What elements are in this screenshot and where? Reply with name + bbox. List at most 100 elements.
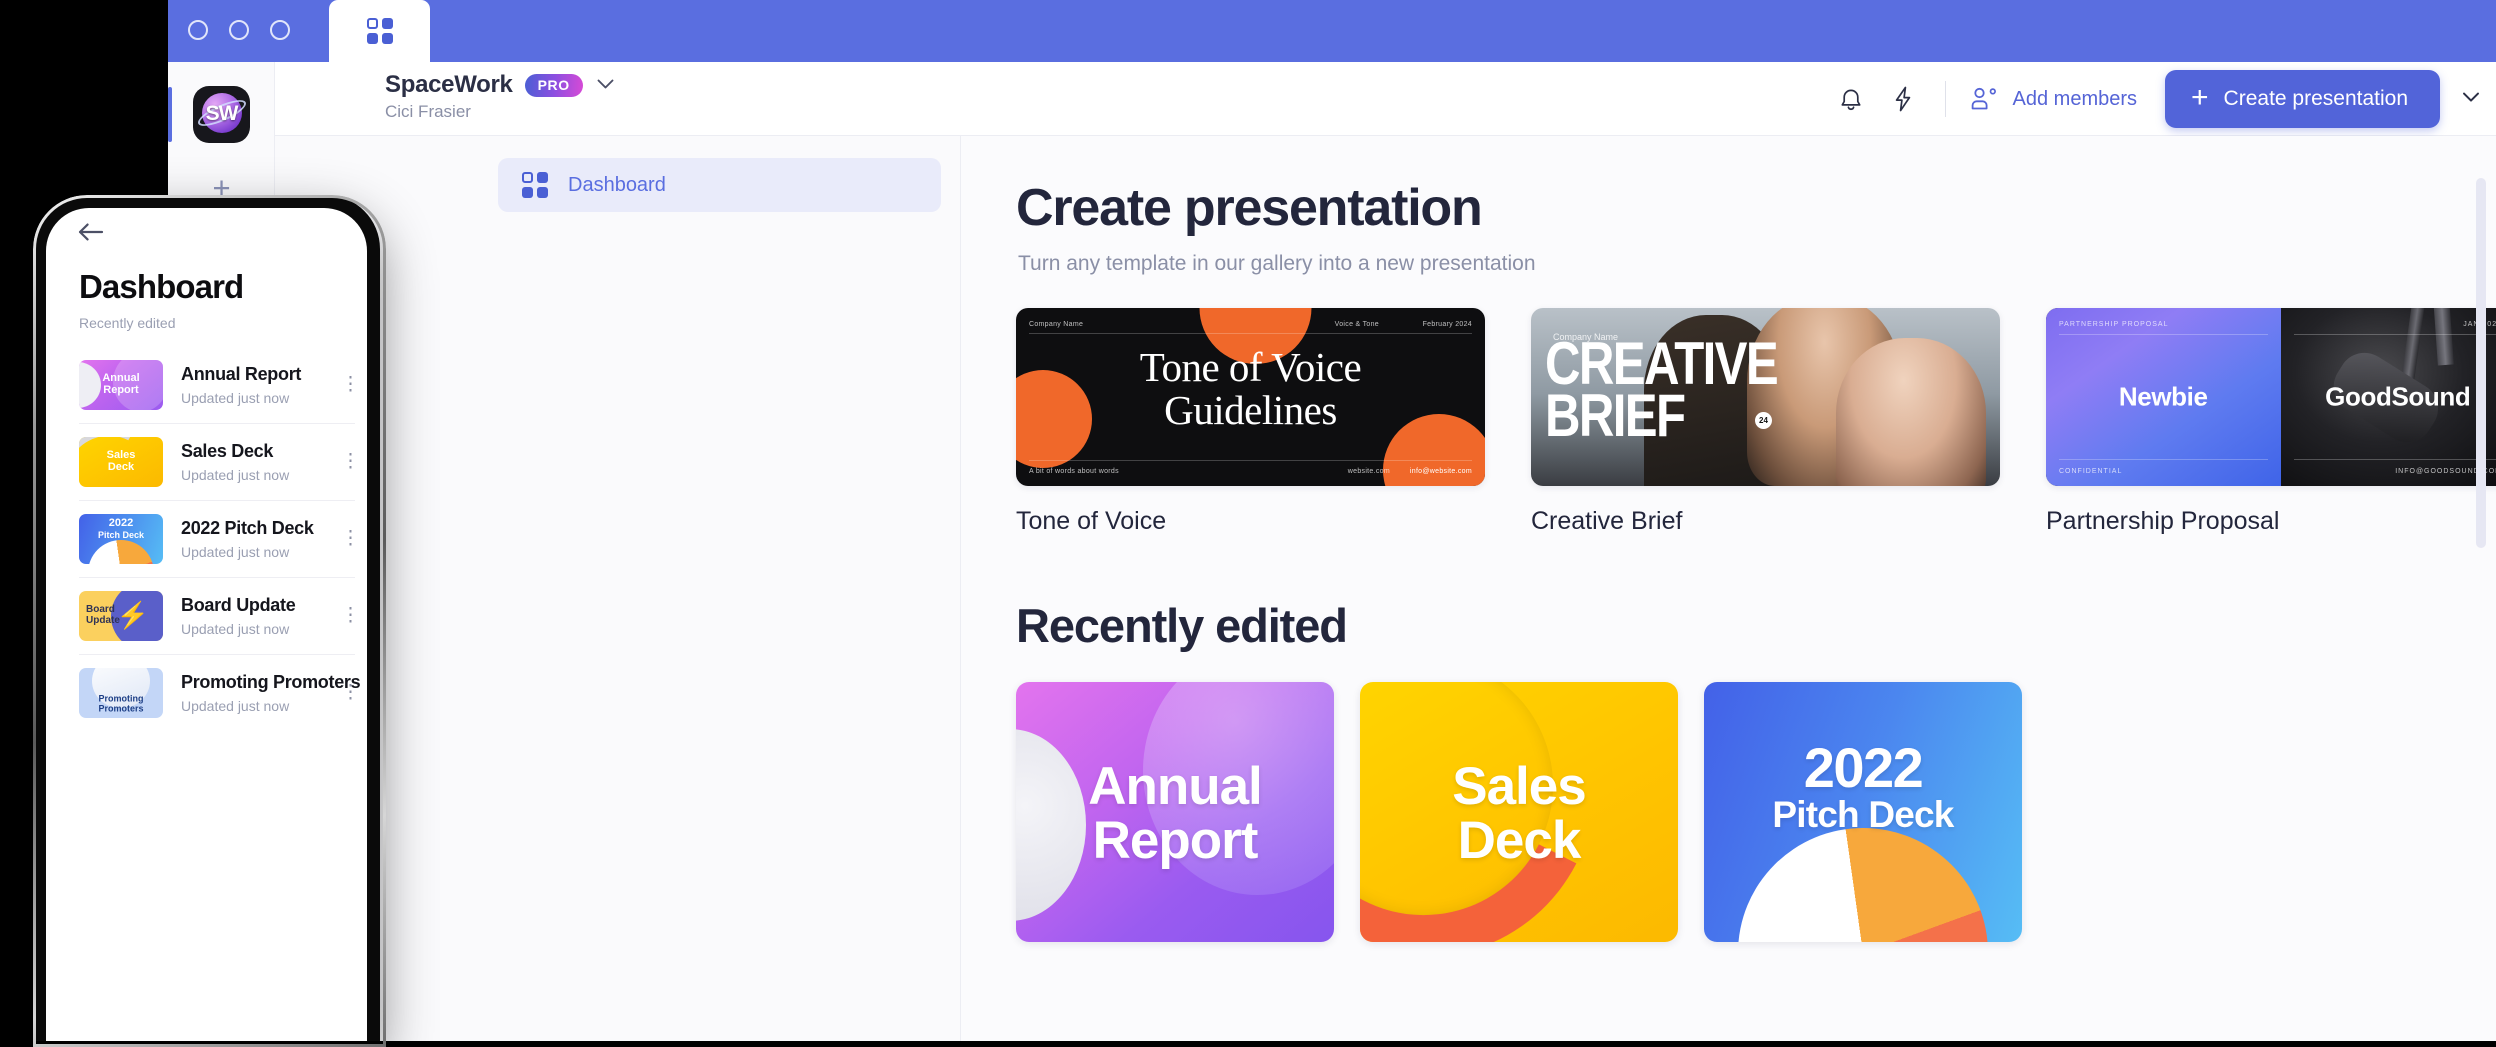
decorative-blob (1016, 729, 1086, 921)
list-item[interactable]: SalesDeck Sales Deck Updated just now ⋮ (79, 423, 355, 500)
template-gallery: Company Name Voice & Tone February 2024 … (1016, 308, 2496, 536)
document-thumbnail: 2022Pitch Deck (79, 514, 163, 564)
slide-footnote: A bit of words about words (1029, 468, 1119, 475)
chevron-down-icon[interactable] (597, 77, 614, 94)
slide-confidential: CONFIDENTIAL (2059, 468, 2122, 475)
list-item[interactable]: ⚡ BoardUpdate Board Update Updated just … (79, 577, 355, 654)
document-thumbnail: PromotingPromoters (79, 668, 163, 718)
slide-company-name: Company Name (1029, 321, 1083, 328)
list-item[interactable]: AnnualReport Annual Report Updated just … (79, 347, 355, 423)
recent-card-sales-deck[interactable]: SalesDeck (1360, 682, 1678, 942)
document-thumbnail: AnnualReport (79, 360, 163, 410)
grid-icon (367, 18, 393, 44)
thumbnail-label: 2022Pitch Deck (79, 518, 163, 542)
add-members-label: Add members (2013, 88, 2138, 111)
create-presentation-dropdown-icon[interactable] (2462, 90, 2480, 108)
template-card-creative-brief[interactable]: Company Name CREATIVE BRIEF 24 Creative … (1531, 308, 2000, 536)
divider-line (2059, 459, 2268, 460)
recent-card-annual-report[interactable]: AnnualReport (1016, 682, 1334, 942)
create-presentation-label: Create presentation (2224, 87, 2408, 111)
people-icon (1970, 87, 2000, 111)
slide-right-panel: JAN 2024 INFO@GOODSOUND.COM GoodSound (2281, 308, 2496, 486)
divider-line (2294, 459, 2496, 460)
window-titlebar (168, 0, 2496, 62)
maximize-window-button[interactable] (270, 20, 290, 40)
more-options-icon[interactable]: ⋮ (341, 380, 355, 390)
recent-card-title: 2022Pitch Deck (1704, 739, 2022, 834)
window-controls (188, 20, 290, 40)
recently-edited-list: AnnualReport SalesDeck 2022Pitch Deck (1016, 682, 2496, 942)
bell-icon[interactable] (1825, 73, 1877, 125)
document-updated: Updated just now (181, 698, 323, 714)
template-label: Partnership Proposal (2046, 507, 2496, 536)
list-item-meta: 2022 Pitch Deck Updated just now (181, 518, 323, 560)
close-window-button[interactable] (188, 20, 208, 40)
more-options-icon[interactable]: ⋮ (341, 534, 355, 544)
document-name: Annual Report (181, 364, 301, 384)
template-label: Creative Brief (1531, 507, 2000, 536)
list-item[interactable]: 2022Pitch Deck 2022 Pitch Deck Updated j… (79, 500, 355, 577)
header-actions: Add members + Create presentation (1825, 62, 2480, 136)
workspace-avatar[interactable]: SW (193, 86, 250, 143)
back-arrow-icon[interactable] (78, 222, 104, 247)
browser-tab-dashboard[interactable] (329, 0, 430, 62)
grid-icon (522, 172, 548, 198)
slide-kicker: PARTNERSHIP PROPOSAL (2059, 321, 2168, 328)
sidebar-item-dashboard[interactable]: Dashboard (498, 158, 941, 212)
template-label: Tone of Voice (1016, 507, 1485, 536)
lightning-icon[interactable] (1877, 73, 1929, 125)
recent-card-2022-pitch-deck[interactable]: 2022Pitch Deck (1704, 682, 2022, 942)
create-presentation-button[interactable]: + Create presentation (2165, 70, 2440, 128)
phone-mockup: Dashboard Recently edited AnnualReport A… (33, 195, 380, 1041)
lightning-icon: ⚡ (117, 602, 149, 628)
more-options-icon[interactable]: ⋮ (341, 688, 355, 698)
template-card-tone-of-voice[interactable]: Company Name Voice & Tone February 2024 … (1016, 308, 1485, 536)
vertical-scrollbar[interactable] (2476, 178, 2486, 548)
more-options-icon[interactable]: ⋮ (341, 457, 355, 467)
application-window: SW + SpaceWork PRO Cici Frasier (168, 0, 2496, 1041)
slide-badge: 24 (1755, 412, 1772, 429)
slide-title: Tone of Voice Guidelines (1016, 346, 1485, 433)
list-item-meta: Sales Deck Updated just now (181, 441, 323, 483)
document-thumbnail: SalesDeck (79, 437, 163, 487)
document-name: Promoting Promoters (181, 672, 360, 692)
pro-badge: PRO (525, 74, 583, 97)
template-thumbnail: Company Name CREATIVE BRIEF 24 (1531, 308, 2000, 486)
template-card-partnership-proposal[interactable]: PARTNERSHIP PROPOSAL CONFIDENTIAL Newbie… (2046, 308, 2496, 536)
workspace-owner: Cici Frasier (385, 102, 614, 122)
template-thumbnail: Company Name Voice & Tone February 2024 … (1016, 308, 1485, 486)
header-divider (1945, 81, 1946, 117)
workspace-identity: SpaceWork PRO Cici Frasier (385, 71, 614, 122)
document-updated: Updated just now (181, 390, 323, 406)
add-members-button[interactable]: Add members (1962, 87, 2154, 111)
list-item-meta: Board Update Updated just now (181, 595, 323, 637)
workspace-name: SpaceWork (385, 71, 513, 99)
donut-chart-graphic (1360, 682, 1640, 942)
phone-page-subtitle: Recently edited (79, 315, 367, 331)
document-updated: Updated just now (181, 621, 323, 637)
template-thumbnail: PARTNERSHIP PROPOSAL CONFIDENTIAL Newbie… (2046, 308, 2496, 486)
more-options-icon[interactable]: ⋮ (341, 611, 355, 621)
document-name: Sales Deck (181, 441, 273, 461)
slide-right-word: GoodSound (2281, 382, 2496, 413)
slide-topic: Voice & Tone (1335, 321, 1379, 328)
page-title: Create presentation (1016, 178, 2496, 238)
divider-line (1029, 460, 1472, 461)
thumbnail-label: SalesDeck (79, 450, 163, 474)
list-item-meta: Promoting Promoters Updated just now (181, 672, 323, 714)
minimize-window-button[interactable] (229, 20, 249, 40)
sidebar-item-label: Dashboard (568, 174, 666, 197)
thumbnail-label: AnnualReport (79, 373, 163, 397)
list-item[interactable]: PromotingPromoters Promoting Promoters U… (79, 654, 355, 731)
plus-icon: + (2191, 83, 2209, 113)
active-workspace-indicator (168, 87, 172, 142)
slide-email: info@website.com (1410, 468, 1472, 475)
decorative-blob (1143, 682, 1334, 895)
phone-screen: Dashboard Recently edited AnnualReport A… (46, 208, 367, 1041)
phone-document-list: AnnualReport Annual Report Updated just … (46, 347, 367, 731)
app-header: SpaceWork PRO Cici Frasier (275, 62, 2496, 136)
slide-left-word: Newbie (2046, 382, 2281, 413)
divider-line (1029, 333, 1472, 334)
workspace-title-row[interactable]: SpaceWork PRO (385, 71, 614, 99)
workspace-initials: SW (193, 102, 250, 126)
